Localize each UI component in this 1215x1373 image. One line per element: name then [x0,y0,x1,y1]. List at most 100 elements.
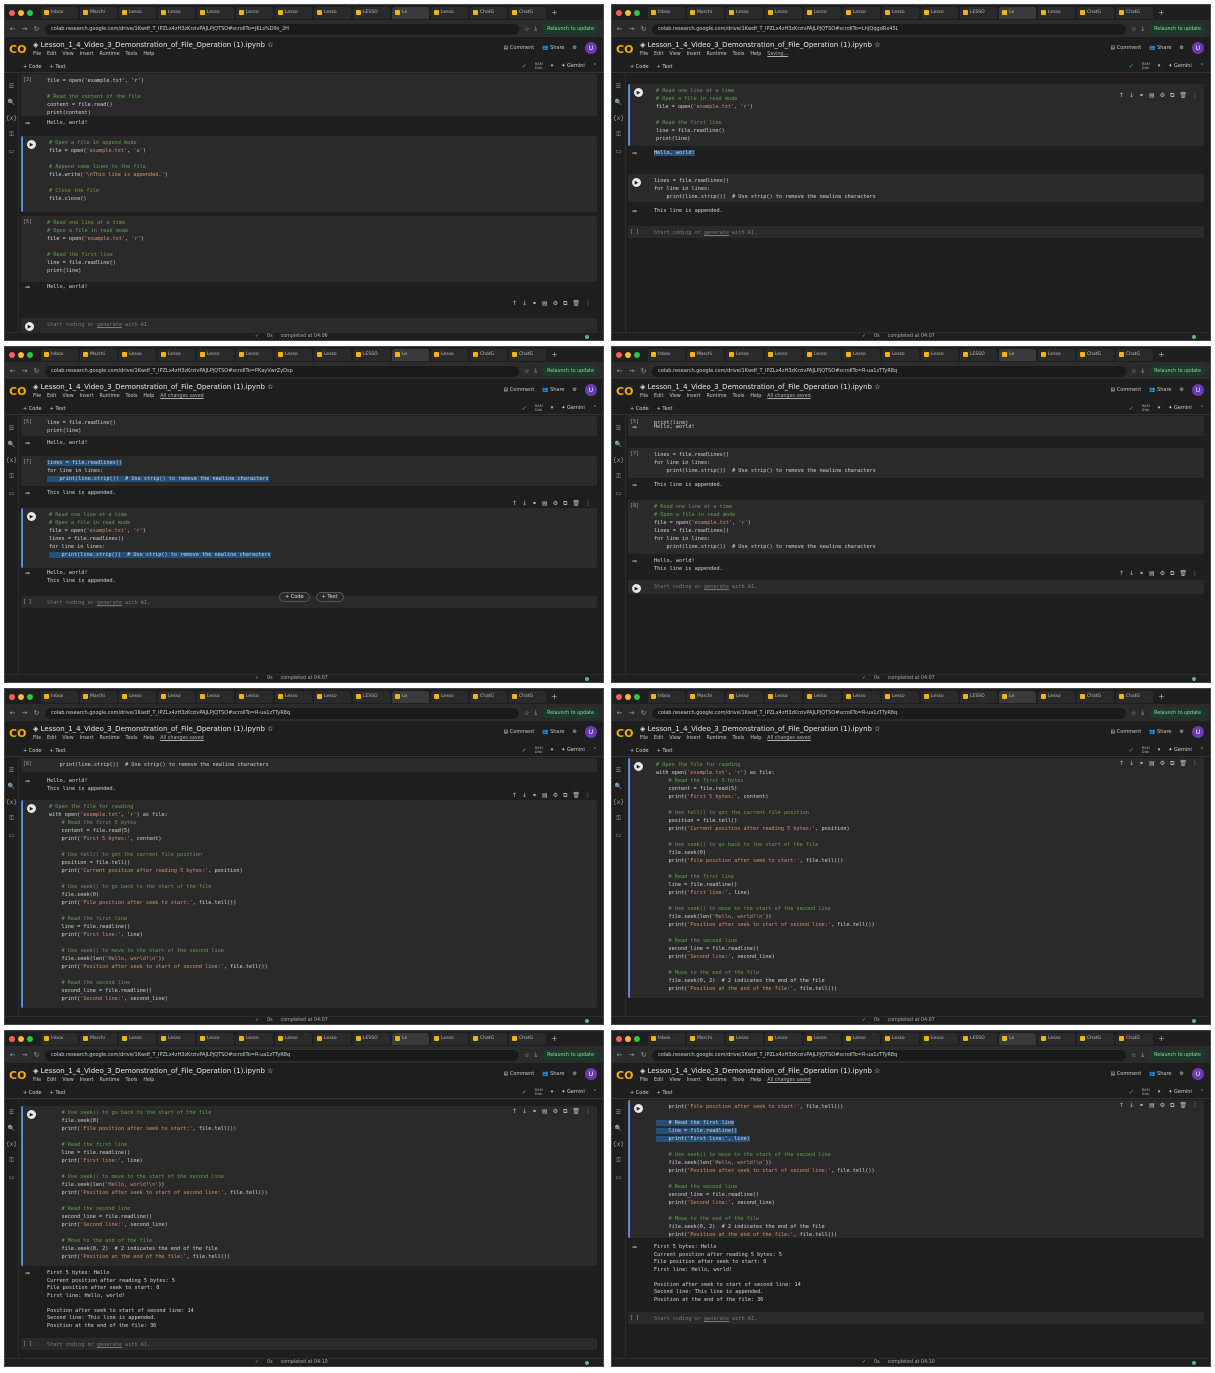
cell-settings-icon[interactable]: ⚙ [1160,760,1165,768]
code-cell[interactable]: ▶ lines = file.readlines() for line in lin… [628,174,1204,202]
download-icon[interactable]: ⤓ [1141,367,1144,375]
bookmark-star-icon[interactable]: ☆ [524,1052,529,1059]
code-editor[interactable]: file = open('example.txt', 'r') # Read t… [47,77,593,117]
relaunch-button[interactable]: Relaunch to update [1149,24,1206,34]
ram-disk-indicator[interactable]: RAM Disk [535,746,543,754]
save-status[interactable]: All changes saved [767,1078,810,1083]
browser-tab[interactable]: LESSO [353,6,390,19]
code-cell[interactable]: [8] print(line.strip()) # Use strip() to… [21,758,597,772]
add-text-button[interactable]: + Text [50,64,66,70]
gemini-button[interactable]: ✦ Gemini [561,1089,585,1095]
cell-placeholder[interactable]: Start coding or generate with AI. [654,1315,1200,1323]
link-icon[interactable]: ⚭ [1139,760,1144,768]
browser-tab[interactable]: Lesso [275,348,312,361]
files-folder-icon[interactable]: ▭ [5,1174,18,1181]
menu-item[interactable]: Help [750,52,761,57]
browser-tab[interactable]: Lesso [236,690,273,703]
minimize-window-icon[interactable] [625,693,631,700]
browser-tab[interactable]: LESSO [960,690,997,703]
url-field[interactable]: colab.research.google.com/drive/1Kwdf_T_… [45,707,520,719]
add-code-button[interactable]: + Code [630,1090,649,1096]
forward-icon[interactable]: → [628,1051,635,1059]
browser-tab[interactable]: Marchi [687,1032,724,1045]
code-editor[interactable]: lines = file.readlines() for line in line… [654,177,1200,201]
settings-gear-icon[interactable]: ⚙ [573,1071,577,1077]
browser-tab[interactable]: Lesso [726,1032,763,1045]
run-cell-icon[interactable]: ▶ [634,88,643,97]
download-icon[interactable]: ⤓ [1141,709,1144,717]
move-up-icon[interactable]: ↑ [1119,92,1124,100]
avatar[interactable]: U [585,42,597,54]
relaunch-button[interactable]: Relaunch to update [1149,708,1206,718]
browser-tab[interactable]: Lesso [314,1032,351,1045]
browser-tab[interactable]: Inbox [41,1032,78,1045]
settings-gear-icon[interactable]: ⚙ [1180,387,1184,393]
browser-tab[interactable]: Lesso [921,348,958,361]
add-text-button[interactable]: + Text [50,748,66,754]
menu-item[interactable]: Runtime [99,52,119,57]
menu-item[interactable]: Edit [47,52,56,57]
browser-tab[interactable]: Lesso [804,690,841,703]
comment-button[interactable]: ▤ Comment [1110,1071,1141,1077]
minimize-window-icon[interactable] [18,693,24,700]
gemini-button[interactable]: ✦ Gemini [561,63,585,69]
add-text-button[interactable]: + Text [50,1090,66,1096]
reload-icon[interactable]: ↻ [33,367,40,375]
minimize-window-icon[interactable] [625,351,631,358]
maximize-window-icon[interactable] [27,1035,33,1042]
comment-button[interactable]: ▤ Comment [1110,45,1141,51]
move-down-icon[interactable]: ↓ [522,1108,527,1116]
new-tab-icon[interactable]: + [1158,350,1165,359]
menu-item[interactable]: Help [143,1078,154,1083]
browser-tab[interactable]: Lesso [843,1032,880,1045]
menu-item[interactable]: Edit [47,1078,56,1083]
relaunch-button[interactable]: Relaunch to update [542,708,599,718]
menu-item[interactable]: View [62,394,73,399]
browser-tab[interactable]: ChatG [1077,6,1114,19]
browser-tab[interactable]: Marchi [687,348,724,361]
browser-tab[interactable]: Lesso [882,348,919,361]
move-down-icon[interactable]: ↓ [522,792,527,800]
browser-tab[interactable]: Le [999,1032,1036,1045]
delete-icon[interactable]: 🗑 [572,1108,580,1116]
browser-tab[interactable]: Lesso [882,690,919,703]
mirror-cell-icon[interactable]: ⧉ [563,300,567,308]
secrets-key-icon[interactable]: ⚿ [612,815,625,823]
menu-item[interactable]: Runtime [99,1078,119,1083]
table-of-contents-icon[interactable]: ☰ [612,1109,625,1116]
notebook-title[interactable]: ◈ Lesson_1_4_Video_3_Demonstration_of_Fi… [33,725,273,733]
table-of-contents-icon[interactable]: ☰ [5,425,18,432]
menu-item[interactable]: View [62,52,73,57]
browser-tab[interactable]: LESSO [960,6,997,19]
code-editor[interactable]: # Open the file for reading with open('ex… [49,803,593,1003]
cell-placeholder[interactable]: Start coding or generate with AI. [47,321,593,329]
more-options-icon[interactable]: ⋮ [585,500,591,508]
runtime-dropdown-icon[interactable]: ▾ [551,405,554,411]
move-up-icon[interactable]: ↑ [1119,570,1124,578]
back-icon[interactable]: ← [9,25,16,33]
browser-tab[interactable]: Inbox [648,6,685,19]
browser-tab[interactable]: Lesso [158,6,195,19]
code-cell[interactable]: ▶ print('File position after seek to sta… [628,1100,1204,1238]
secrets-key-icon[interactable]: ⚿ [5,1157,18,1165]
insert-code-button[interactable]: + Code [279,592,310,602]
settings-gear-icon[interactable]: ⚙ [573,387,577,393]
collapse-chevron-icon[interactable]: ⌃ [593,405,597,411]
secrets-key-icon[interactable]: ⚿ [5,815,18,823]
reload-icon[interactable]: ↻ [640,25,647,33]
back-icon[interactable]: ← [616,367,623,375]
browser-tab[interactable]: Le [392,1032,429,1045]
run-cell-icon[interactable]: ▶ [27,1110,36,1119]
browser-tab[interactable]: Lesso [804,348,841,361]
code-cell[interactable]: [5] # Read one line at a time # Open a fil… [21,216,597,282]
url-field[interactable]: colab.research.google.com/drive/1Kwdf_T_… [45,1049,520,1061]
download-icon[interactable]: ⤓ [534,709,537,717]
browser-tab[interactable]: Marchi [687,690,724,703]
search-icon[interactable]: 🔍 [612,441,625,448]
files-folder-icon[interactable]: ▭ [612,490,625,497]
colab-logo-icon[interactable]: CO [616,727,636,740]
menu-item[interactable]: Help [143,736,154,741]
menu-item[interactable]: Runtime [706,394,726,399]
ram-disk-indicator[interactable]: RAM Disk [1142,62,1150,70]
new-tab-icon[interactable]: + [551,1034,558,1043]
